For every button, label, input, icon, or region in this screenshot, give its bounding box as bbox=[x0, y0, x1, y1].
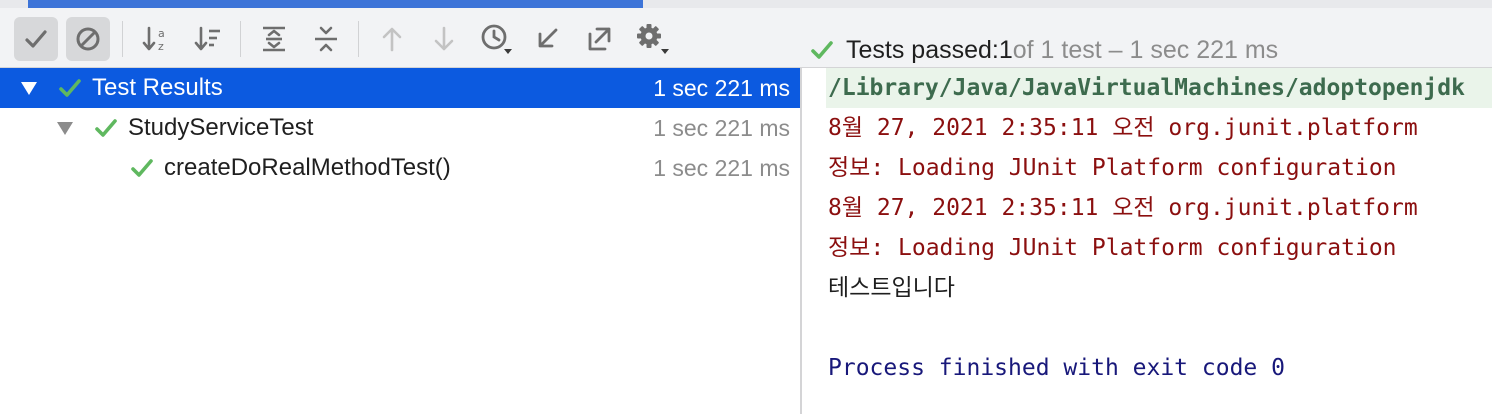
previous-failed-button[interactable] bbox=[370, 17, 414, 61]
tree-row-duration: 1 sec 221 ms bbox=[653, 74, 790, 101]
collapse-all-button[interactable] bbox=[304, 17, 348, 61]
console-line-log: 정보: Loading JUnit Platform configuration bbox=[828, 155, 1397, 181]
console-line-command: /Library/Java/JavaVirtualMachines/adopto… bbox=[826, 68, 1492, 108]
status-prefix: Tests passed: bbox=[846, 35, 999, 64]
progress-bar bbox=[0, 0, 1492, 8]
history-icon bbox=[481, 24, 512, 54]
expand-arrow-icon[interactable] bbox=[56, 120, 74, 136]
history-button[interactable] bbox=[474, 17, 518, 61]
export-tests-icon bbox=[588, 27, 611, 51]
console-line-output: 테스트입니다 bbox=[828, 275, 955, 301]
status-suffix: of 1 test – 1 sec 221 ms bbox=[1012, 35, 1279, 64]
svg-text:a: a bbox=[158, 27, 165, 40]
sort-by-duration-button[interactable] bbox=[186, 17, 230, 61]
console-line-log: 정보: Loading JUnit Platform configuration bbox=[828, 235, 1397, 261]
passed-check-icon bbox=[94, 117, 118, 139]
progress-bar-fill bbox=[28, 0, 643, 8]
show-passed-button[interactable] bbox=[14, 17, 58, 61]
tree-row-label: Test Results bbox=[92, 74, 223, 101]
console-output[interactable]: /Library/Java/JavaVirtualMachines/adopto… bbox=[802, 68, 1492, 414]
tree-row-label: StudyServiceTest bbox=[128, 114, 314, 141]
tree-row-study-service-test[interactable]: StudyServiceTest 1 sec 221 ms bbox=[0, 108, 800, 148]
show-passed-icon bbox=[25, 30, 47, 48]
next-failed-button[interactable] bbox=[422, 17, 466, 61]
tree-row-duration: 1 sec 221 ms bbox=[653, 114, 790, 141]
expand-arrow-icon[interactable] bbox=[20, 80, 38, 96]
show-ignored-button[interactable] bbox=[66, 17, 110, 61]
settings-button[interactable] bbox=[630, 17, 674, 61]
console-line-exit: Process finished with exit code 0 bbox=[828, 355, 1285, 381]
test-tree: Test Results 1 sec 221 ms StudyServiceTe… bbox=[0, 68, 800, 414]
expand-all-icon bbox=[263, 26, 285, 52]
export-tests-button[interactable] bbox=[578, 17, 622, 61]
tree-row-create-do-real-method-test[interactable]: createDoRealMethodTest() 1 sec 221 ms bbox=[0, 148, 800, 188]
collapse-all-icon bbox=[315, 26, 337, 52]
test-runner-toolbar: a z Tests passed: 1 of 1 test – 1 sec 22… bbox=[0, 11, 1492, 68]
tree-row-label: createDoRealMethodTest() bbox=[164, 154, 451, 181]
import-tests-button[interactable] bbox=[526, 17, 570, 61]
tree-row-duration: 1 sec 221 ms bbox=[653, 154, 790, 181]
svg-text:z: z bbox=[158, 40, 164, 53]
show-ignored-icon bbox=[76, 27, 100, 51]
sort-alphabetically-icon: a z bbox=[142, 26, 165, 53]
passed-check-icon bbox=[130, 157, 154, 179]
import-tests-icon bbox=[538, 28, 558, 48]
expand-all-button[interactable] bbox=[252, 17, 296, 61]
next-failed-icon bbox=[434, 26, 454, 51]
sort-by-duration-icon bbox=[194, 26, 220, 51]
console-line-log: 8월 27, 2021 2:35:11 오전 org.junit.platfor… bbox=[828, 195, 1418, 221]
previous-failed-icon bbox=[382, 27, 402, 52]
console-line-log: 8월 27, 2021 2:35:11 오전 org.junit.platfor… bbox=[828, 115, 1418, 141]
status-count: 1 bbox=[998, 35, 1013, 64]
settings-icon bbox=[637, 24, 669, 54]
tree-row-test-results[interactable]: Test Results 1 sec 221 ms bbox=[0, 68, 800, 108]
passed-check-icon bbox=[810, 39, 834, 61]
sort-alphabetically-button[interactable]: a z bbox=[134, 17, 178, 61]
passed-check-icon bbox=[58, 77, 82, 99]
